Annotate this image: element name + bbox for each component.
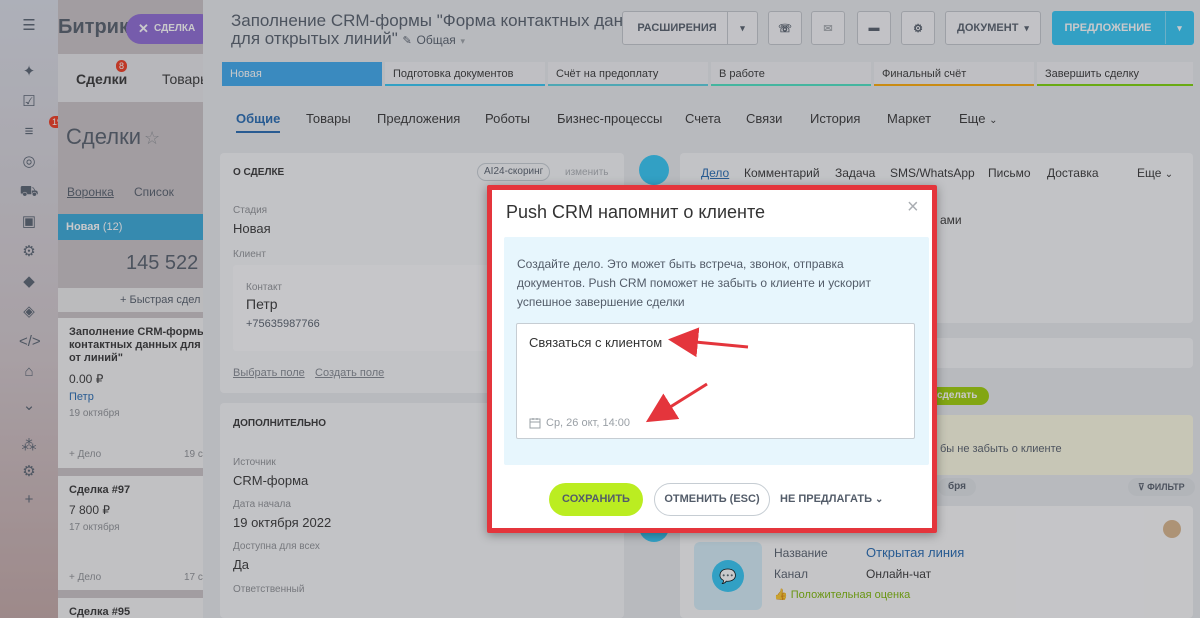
- arrow-to-text: [668, 327, 749, 358]
- annotation-arrows: [645, 327, 749, 423]
- arrow-to-deadline: [645, 382, 708, 423]
